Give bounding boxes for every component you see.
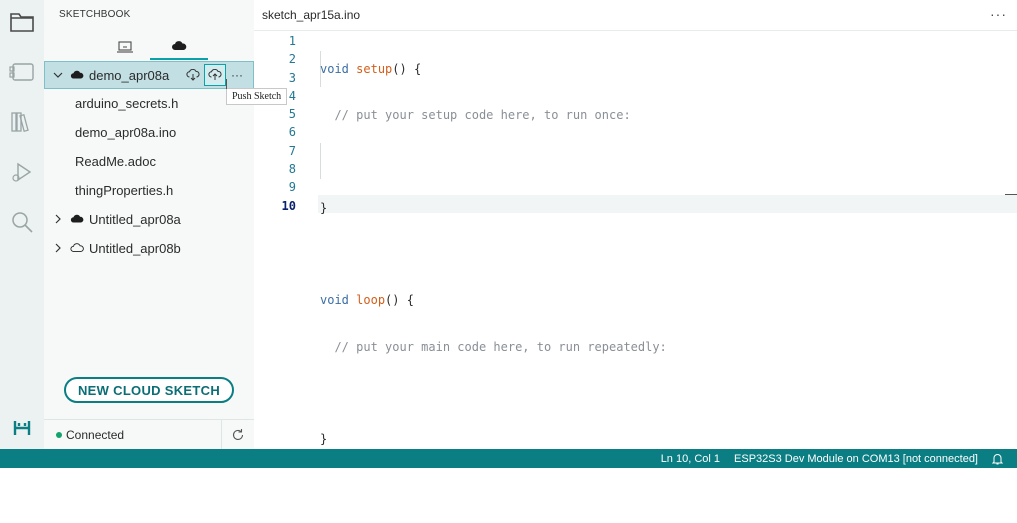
line-number: 10 [281, 198, 296, 213]
library-manager-icon[interactable] [6, 106, 38, 138]
cloud-outline-icon [70, 243, 84, 252]
chevron-right-icon[interactable] [50, 211, 66, 227]
board-status[interactable]: ESP32S3 Dev Module on COM13 [not connect… [734, 453, 978, 465]
comment: // put your setup code here, to run once… [334, 108, 631, 123]
tree-item-label: thingProperties.h [75, 182, 174, 198]
tree-item-label: Untitled_apr08b [89, 240, 181, 256]
editor-tabbar: sketch_apr15a.ino ··· [254, 0, 1017, 31]
more-actions-button[interactable]: ··· [226, 64, 248, 86]
line-numbers: 1 2 3 4 5 6 7 8 9 10 [254, 32, 296, 215]
push-sketch-tooltip: Push Sketch [226, 79, 288, 105]
sketchbook-sidebar: SKETCHBOOK demo_apr08a ··· arduino_secre… [44, 0, 254, 450]
line-number: 7 [288, 143, 296, 158]
tab-sketch-file[interactable]: sketch_apr15a.ino [254, 0, 369, 30]
pull-sketch-icon [186, 69, 200, 81]
code-editor: sketch_apr15a.ino ··· 1 2 3 4 5 6 7 8 9 … [254, 0, 1017, 449]
keyword: void [320, 293, 349, 308]
tab-local-sketchbook[interactable] [96, 34, 154, 60]
search-icon[interactable] [6, 206, 38, 238]
pull-sketch-button[interactable] [182, 64, 204, 86]
tab-cloud-sketchbook[interactable] [150, 34, 208, 60]
notifications-button[interactable] [992, 453, 1003, 465]
status-bar: Ln 10, Col 1 ESP32S3 Dev Module on COM13… [0, 449, 1017, 468]
cloud-filled-icon [70, 70, 84, 79]
cloud-filled-icon [70, 214, 84, 223]
code-line: // put your main code here, to run repea… [320, 338, 667, 356]
code-line: } [320, 199, 667, 217]
tree-item-label: ReadMe.adoc [75, 153, 156, 169]
line-number: 3 [288, 70, 296, 85]
punctuation: } [320, 200, 328, 215]
code-line: // put your setup code here, to run once… [320, 106, 667, 124]
function-name: loop [356, 293, 386, 308]
tree-item-label: demo_apr08a.ino [75, 124, 177, 140]
tree-item-arduino-secrets[interactable]: arduino_secrets.h [44, 89, 254, 117]
punctuation: () { [392, 62, 422, 76]
tree-item-readme[interactable]: ReadMe.adoc [44, 147, 254, 175]
connection-status-bar: Connected [44, 419, 254, 450]
tree-item-demo-apr08a[interactable]: demo_apr08a ··· [44, 61, 254, 89]
editor-more-button[interactable]: ··· [990, 6, 1007, 22]
tree-item-untitled-apr08b[interactable]: Untitled_apr08b [44, 234, 254, 262]
line-number: 9 [288, 180, 296, 195]
comment: // put your main code here, to run repea… [334, 339, 667, 354]
line-number: 1 [288, 34, 296, 48]
activity-bar [0, 0, 44, 449]
push-sketch-button[interactable] [204, 64, 226, 86]
bell-icon [992, 453, 1003, 464]
line-number: 8 [288, 162, 296, 177]
line-number: 5 [288, 107, 296, 122]
refresh-button[interactable] [221, 420, 254, 450]
function-name: setup [356, 62, 393, 76]
boards-manager-icon[interactable] [6, 56, 38, 88]
line-number: 2 [288, 52, 296, 67]
debug-icon[interactable] [6, 156, 38, 188]
connected-dot-icon [56, 432, 62, 438]
tree-item-label: demo_apr08a [89, 67, 170, 83]
chevron-down-icon[interactable] [50, 67, 66, 83]
tree-item-demo-ino[interactable]: demo_apr08a.ino [44, 118, 254, 146]
line-number: 6 [288, 125, 296, 140]
local-sketchbook-icon [117, 41, 133, 53]
push-sketch-icon [208, 69, 222, 80]
code-line: void setup() { [320, 60, 667, 78]
code-line: void loop() { [320, 291, 667, 309]
sketchbook-folder-icon[interactable] [6, 6, 38, 38]
punctuation: } [320, 432, 328, 447]
chevron-right-icon[interactable] [50, 240, 66, 256]
code-line: } [320, 430, 667, 448]
arduino-cloud-icon[interactable] [6, 412, 38, 444]
cursor-position[interactable]: Ln 10, Col 1 [661, 453, 720, 465]
overview-ruler-mark [1005, 194, 1017, 195]
tree-item-thing-properties[interactable]: thingProperties.h [44, 176, 254, 204]
refresh-icon [232, 429, 244, 441]
connection-status-text: Connected [66, 428, 125, 442]
punctuation: () { [385, 293, 414, 308]
new-cloud-sketch-button[interactable]: NEW CLOUD SKETCH [64, 377, 234, 403]
tree-item-label: Untitled_apr08a [89, 211, 181, 227]
keyword: void [320, 62, 349, 76]
tree-item-label: arduino_secrets.h [75, 95, 179, 111]
cloud-sketchbook-icon [172, 41, 187, 50]
sidebar-title: SKETCHBOOK [59, 9, 131, 20]
tree-item-untitled-apr08a[interactable]: Untitled_apr08a [44, 205, 254, 233]
